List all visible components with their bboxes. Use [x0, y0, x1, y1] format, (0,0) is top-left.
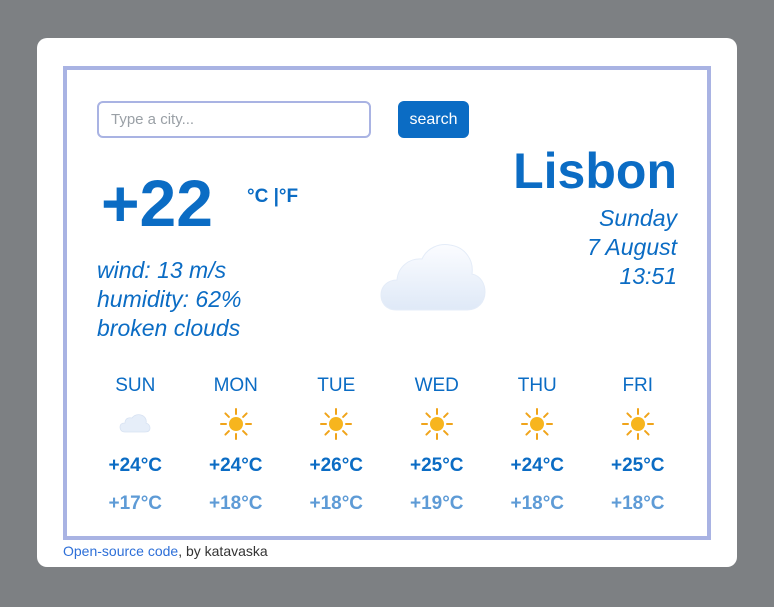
forecast-day: MON +24°C +18°C [186, 370, 287, 522]
forecast-high: +26°C [309, 455, 364, 476]
forecast-day: SUN +24°C +17°C [85, 370, 186, 522]
forecast-day: TUE +26°C +18°C [286, 370, 387, 522]
description-text: broken clouds [97, 315, 241, 341]
forecast-high: +24°C [208, 455, 263, 476]
forecast-row: SUN +24°C +17°C MON +24°C +18°C TUE +26°… [85, 370, 688, 522]
cloud-icon [85, 402, 186, 446]
weekday-text: Sunday [598, 205, 677, 231]
sun-icon [487, 402, 588, 446]
cloud-icon [380, 244, 486, 311]
forecast-day: FRI +25°C +18°C [588, 370, 689, 522]
time-text: 13:51 [619, 263, 677, 289]
date-time: Sunday 7 August 13:51 [587, 204, 677, 291]
forecast-day-name: THU [517, 375, 557, 396]
forecast-low: +17°C [108, 493, 163, 514]
forecast-day-name: TUE [317, 375, 356, 396]
forecast-high: +25°C [409, 455, 464, 476]
search-button[interactable]: search [398, 101, 469, 138]
footer: Open-source code, by katavaska [63, 543, 268, 559]
forecast-low: +18°C [610, 493, 665, 514]
forecast-low: +18°C [510, 493, 565, 514]
city-search-input[interactable] [97, 101, 371, 138]
current-temperature: +22 [101, 166, 213, 240]
unit-toggle[interactable]: °C |°F [247, 186, 298, 208]
sun-icon [286, 402, 387, 446]
wind-text: wind: 13 m/s [97, 257, 227, 283]
sun-icon [387, 402, 488, 446]
humidity-text: humidity: 62% [97, 286, 242, 312]
sun-icon [588, 402, 689, 446]
city-name: Lisbon [513, 143, 677, 199]
date-text: 7 August [587, 234, 677, 260]
forecast-high: +25°C [610, 455, 665, 476]
forecast-high: +24°C [108, 455, 163, 476]
weather-panel: search +22 °C |°F wind: 13 m/s humidity:… [63, 66, 711, 540]
forecast-low: +18°C [309, 493, 364, 514]
forecast-day-name: SUN [115, 375, 156, 396]
forecast-day: THU +24°C +18°C [487, 370, 588, 522]
weather-card: search +22 °C |°F wind: 13 m/s humidity:… [37, 38, 737, 567]
forecast-day-name: FRI [622, 375, 654, 396]
source-code-link[interactable]: Open-source code [63, 543, 178, 559]
forecast-day: WED +25°C +19°C [387, 370, 488, 522]
current-details: wind: 13 m/s humidity: 62% broken clouds [97, 256, 241, 343]
footer-credit: , by katavaska [178, 543, 268, 559]
forecast-day-name: MON [213, 375, 258, 396]
forecast-high: +24°C [510, 455, 565, 476]
forecast-day-name: WED [414, 375, 459, 396]
sun-icon [186, 402, 287, 446]
forecast-low: +18°C [208, 493, 263, 514]
forecast-low: +19°C [409, 493, 464, 514]
